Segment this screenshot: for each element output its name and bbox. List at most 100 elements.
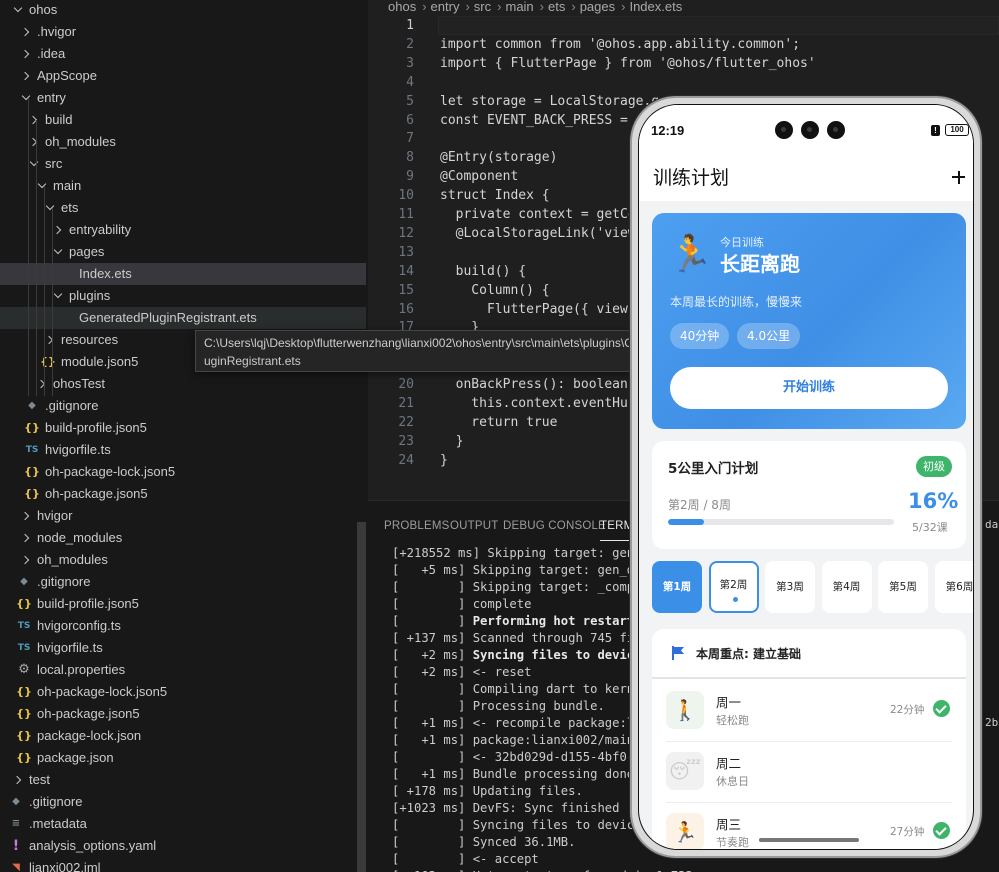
tree-item--idea[interactable]: .idea <box>0 43 366 65</box>
week-tab-4[interactable]: 第4周 <box>821 561 872 613</box>
tree-item-oh-package-json5[interactable]: {} oh-package.json5 <box>0 483 366 505</box>
tree-item-local-properties[interactable]: ⚙ local.properties <box>0 659 366 681</box>
explorer-scrollbar[interactable] <box>357 522 366 872</box>
chevron-right-icon[interactable] <box>20 43 34 65</box>
chevron-right-icon[interactable] <box>44 329 58 351</box>
code-line[interactable]: 4 <box>368 73 999 92</box>
chevron-right-icon[interactable] <box>28 109 42 131</box>
week-tab-label: 第1周 <box>662 581 692 593</box>
tree-item--gitignore[interactable]: ◆ .gitignore <box>0 395 366 417</box>
tree-item-index-ets[interactable]: Index.ets <box>0 263 366 285</box>
code-text: } <box>440 433 464 449</box>
breadcrumb-item[interactable]: Index.ets <box>629 0 682 14</box>
rss-icon: ◥ <box>12 862 20 872</box>
chevron-down-icon[interactable] <box>52 241 66 263</box>
chevron-right-icon[interactable] <box>12 769 26 791</box>
tree-item-label: ohosTest <box>53 376 106 391</box>
tree-item-main[interactable]: main <box>0 175 366 197</box>
today-training-card[interactable]: 🏃 今日训练 长距离跑 本周最长的训练，慢慢来 40分钟 4.0公里 开始训练 <box>652 213 966 429</box>
tree-item-analysis-options-yaml[interactable]: ! analysis_options.yaml <box>0 835 366 857</box>
chevron-right-icon[interactable] <box>20 527 34 549</box>
tree-item-hvigorfile-ts[interactable]: TS hvigorfile.ts <box>0 637 366 659</box>
tree-item-build[interactable]: build <box>0 109 366 131</box>
tree-item-test[interactable]: test <box>0 769 366 791</box>
code-line[interactable]: 2 import common from '@ohos.app.ability.c… <box>368 35 999 54</box>
chevron-right-icon[interactable] <box>20 65 34 87</box>
add-plan-button[interactable] <box>947 161 971 191</box>
tree-item-oh-modules[interactable]: oh_modules <box>0 131 366 153</box>
tree-item--gitignore[interactable]: ◆ .gitignore <box>0 571 366 593</box>
tree-item-oh-modules[interactable]: oh_modules <box>0 549 366 571</box>
day-row[interactable]: 🏃 周三 节奏跑 27分钟 <box>652 803 966 849</box>
chevron-right-icon[interactable] <box>20 21 34 43</box>
tree-item-appscope[interactable]: AppScope <box>0 65 366 87</box>
day-row[interactable]: 🚶 周一 轻松跑 22分钟 <box>652 681 966 741</box>
tree-item-entry[interactable]: entry <box>0 87 366 109</box>
tree-item-ohos[interactable]: ohos <box>0 0 366 21</box>
indent-guide <box>44 186 45 396</box>
breadcrumb-item[interactable]: ohos <box>388 0 416 14</box>
terminal-clip-text: da <box>985 518 999 531</box>
tree-item-build-profile-json5[interactable]: {} build-profile.json5 <box>0 593 366 615</box>
week-tab-2[interactable]: 第2周 <box>708 561 759 613</box>
tree-item-node-modules[interactable]: node_modules <box>0 527 366 549</box>
chevron-right-icon[interactable] <box>28 131 42 153</box>
tree-item-lianxi002-iml[interactable]: ◥ lianxi002.iml <box>0 857 366 872</box>
tree-item-src[interactable]: src <box>0 153 366 175</box>
chevron-down-icon[interactable] <box>44 197 58 219</box>
week-tab-1[interactable]: 第1周 <box>652 561 702 613</box>
week-tab-5[interactable]: 第5周 <box>878 561 928 613</box>
day-row[interactable]: 😴 周二 休息日 <box>652 742 966 802</box>
tree-item--metadata[interactable]: ≡ .metadata <box>0 813 366 835</box>
tab-output[interactable]: OUTPUT <box>450 520 498 532</box>
status-time: 12:19 <box>651 123 685 138</box>
tree-item-hvigor[interactable]: hvigor <box>0 505 366 527</box>
tree-item-oh-package-lock-json5[interactable]: {} oh-package-lock.json5 <box>0 681 366 703</box>
tab-problems[interactable]: PROBLEMS <box>384 520 450 532</box>
tree-item-pages[interactable]: pages <box>0 241 366 263</box>
breadcrumb-item[interactable]: pages <box>580 0 615 14</box>
tab-debug-console[interactable]: DEBUG CONSOLE <box>503 520 606 532</box>
chevron-right-icon[interactable] <box>20 505 34 527</box>
home-indicator[interactable] <box>759 838 859 842</box>
tree-item-hvigorfile-ts[interactable]: TS hvigorfile.ts <box>0 439 366 461</box>
git-icon: ◆ <box>28 400 36 411</box>
week-tab-6[interactable]: 第6周 <box>934 561 973 613</box>
tree-item-ohostest[interactable]: ohosTest <box>0 373 366 395</box>
chevron-down-icon[interactable] <box>12 0 26 21</box>
code-line[interactable]: 1 <box>368 16 999 35</box>
start-training-button[interactable]: 开始训练 <box>670 367 948 409</box>
breadcrumb-item[interactable]: src <box>474 0 491 14</box>
tree-item--hvigor[interactable]: .hvigor <box>0 21 366 43</box>
runner-icon: 🏃 <box>668 234 713 275</box>
gear-icon: ⚙ <box>18 662 30 677</box>
git-icon: ◆ <box>20 576 28 587</box>
chevron-down-icon[interactable] <box>28 153 42 175</box>
tree-item-ets[interactable]: ets <box>0 197 366 219</box>
tree-item--gitignore[interactable]: ◆ .gitignore <box>0 791 366 813</box>
terminal-line: [ +1 ms] Bundle processing done. <box>392 766 641 783</box>
tree-item-oh-package-lock-json5[interactable]: {} oh-package-lock.json5 <box>0 461 366 483</box>
tree-item-hvigorconfig-ts[interactable]: TS hvigorconfig.ts <box>0 615 366 637</box>
breadcrumb-item[interactable]: main <box>505 0 533 14</box>
tree-item-build-profile-json5[interactable]: {} build-profile.json5 <box>0 417 366 439</box>
breadcrumb-item[interactable]: entry <box>431 0 460 14</box>
chevron-right-icon[interactable] <box>36 373 50 395</box>
chevron-right-icon[interactable] <box>20 549 34 571</box>
code-line[interactable]: 3 import { FlutterPage } from '@ohos/flut… <box>368 54 999 73</box>
week-tab-3[interactable]: 第3周 <box>765 561 815 613</box>
chevron-down-icon[interactable] <box>20 87 34 109</box>
tree-item-generatedpluginregistrant-ets[interactable]: GeneratedPluginRegistrant.ets <box>0 307 366 329</box>
breadcrumb-item[interactable]: ets <box>548 0 565 14</box>
line-number: 1 <box>406 18 414 33</box>
tree-item-oh-package-json5[interactable]: {} oh-package.json5 <box>0 703 366 725</box>
tree-item-package-json[interactable]: {} package.json <box>0 747 366 769</box>
chevron-right-icon[interactable] <box>52 219 66 241</box>
tree-item-package-lock-json[interactable]: {} package-lock.json <box>0 725 366 747</box>
tree-item-plugins[interactable]: plugins <box>0 285 366 307</box>
chevron-down-icon[interactable] <box>36 175 50 197</box>
tree-item-entryability[interactable]: entryability <box>0 219 366 241</box>
chevron-down-icon[interactable] <box>52 285 66 307</box>
plan-card[interactable]: 5公里入门计划 初级 第2周 / 8周 16% 5/32课 <box>652 441 966 549</box>
json-icon: {} <box>24 487 40 500</box>
